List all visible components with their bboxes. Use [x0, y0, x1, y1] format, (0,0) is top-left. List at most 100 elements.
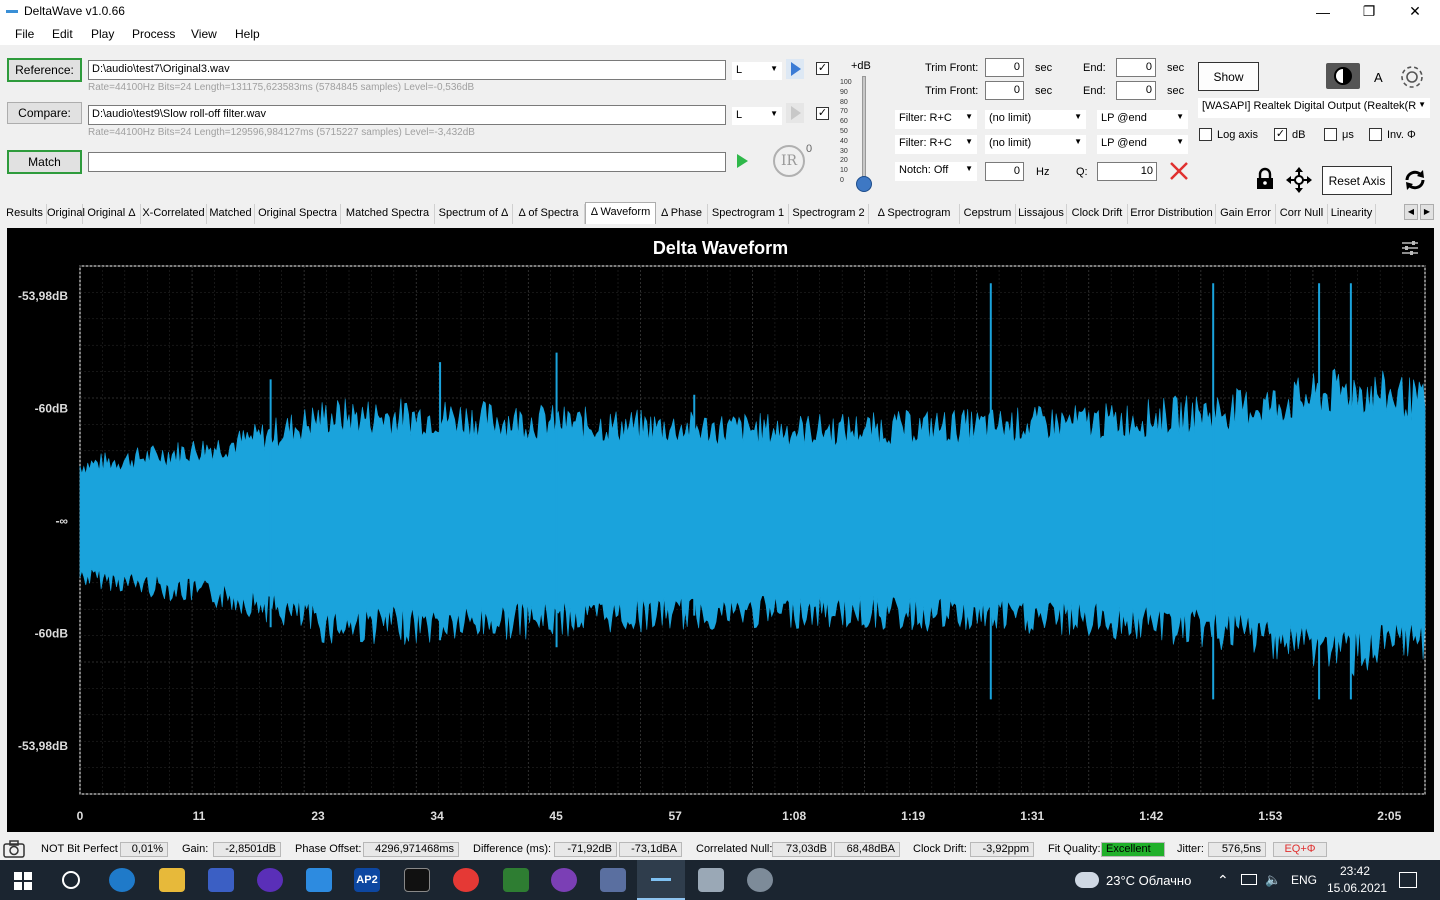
tab-scroll-right[interactable]: ▶: [1420, 204, 1434, 220]
lp1-select[interactable]: LP @end ▼: [1097, 110, 1188, 129]
menu-play[interactable]: Play: [91, 27, 114, 41]
tools-icon[interactable]: [747, 868, 773, 892]
screenshot-button[interactable]: [3, 840, 25, 858]
run-match-button[interactable]: [733, 151, 751, 171]
reference-enable-checkbox[interactable]: ✓: [816, 62, 829, 75]
save-disk-icon[interactable]: [208, 868, 234, 892]
dark-mode-toggle[interactable]: [1326, 63, 1360, 89]
reset-axis-button[interactable]: Reset Axis: [1322, 166, 1392, 195]
tab-original-spectra[interactable]: Original Spectra: [255, 204, 341, 224]
viber-icon[interactable]: [551, 868, 577, 892]
us-checkbox[interactable]: [1324, 128, 1337, 141]
tab-matched[interactable]: Matched: [207, 204, 255, 224]
reference-path-field[interactable]: D:\audio\test7\Original3.wav: [88, 60, 726, 80]
tab-original[interactable]: Original: [47, 204, 85, 224]
language-indicator[interactable]: ENG: [1291, 873, 1317, 887]
limit2-select[interactable]: (no limit) ▼: [985, 135, 1086, 154]
search-icon[interactable]: [62, 871, 80, 889]
menu-edit[interactable]: Edit: [52, 27, 73, 41]
tab-linearity[interactable]: Linearity: [1328, 204, 1376, 224]
network-icon[interactable]: [1241, 874, 1257, 885]
tab-gain-error[interactable]: Gain Error: [1216, 204, 1276, 224]
tab-matched-spectra[interactable]: Matched Spectra: [341, 204, 435, 224]
invert-phase-checkbox[interactable]: [1369, 128, 1382, 141]
output-device-select[interactable]: [WASAPI] Realtek Digital Output (Realtek…: [1198, 98, 1430, 118]
db-slider-thumb[interactable]: [856, 176, 872, 192]
clock-time[interactable]: 23:42: [1340, 864, 1370, 878]
tab-corr-null[interactable]: Corr Null: [1276, 204, 1328, 224]
app-icon[interactable]: [698, 868, 724, 892]
tab-spectrogram[interactable]: Δ Spectrogram: [869, 204, 960, 224]
compare-channel-select[interactable]: L ▼: [732, 107, 782, 125]
volume-icon[interactable]: 🔈: [1265, 872, 1281, 888]
mail-icon[interactable]: [306, 868, 332, 892]
tab-x-correlated[interactable]: X-Correlated: [141, 204, 207, 224]
menu-process[interactable]: Process: [132, 27, 175, 41]
tab-error-distribution[interactable]: Error Distribution: [1128, 204, 1216, 224]
explorer-icon[interactable]: [159, 868, 185, 892]
clock-date[interactable]: 15.06.2021: [1327, 881, 1387, 895]
tab-waveform[interactable]: Δ Waveform: [585, 202, 656, 224]
ap2-icon[interactable]: AP2: [354, 868, 380, 892]
lp2-select[interactable]: LP @end ▼: [1097, 135, 1188, 154]
q-input[interactable]: 10: [1097, 162, 1157, 181]
tab-lissajous[interactable]: Lissajous: [1016, 204, 1067, 224]
filter2-select[interactable]: Filter: R+C ▼: [895, 135, 977, 154]
play-reference-button[interactable]: [786, 59, 804, 79]
start-button[interactable]: [14, 872, 32, 890]
match-button[interactable]: Match: [7, 150, 82, 174]
compare-button[interactable]: Compare:: [7, 102, 82, 124]
limit1-select[interactable]: (no limit) ▼: [985, 110, 1086, 129]
close-button[interactable]: ✕: [1392, 0, 1438, 23]
compare-trim-front-input[interactable]: 0: [985, 81, 1024, 100]
menu-file[interactable]: File: [15, 27, 34, 41]
tab-spectrogram-1[interactable]: Spectrogram 1: [708, 204, 789, 224]
reference-channel-select[interactable]: L ▼: [732, 62, 782, 80]
media-player-icon[interactable]: [257, 868, 283, 892]
edge-icon[interactable]: [109, 868, 135, 892]
network-tool-icon[interactable]: [600, 868, 626, 892]
weather-text[interactable]: 23°C Облачно: [1106, 873, 1191, 888]
menu-help[interactable]: Help: [235, 27, 260, 41]
reference-button[interactable]: Reference:: [7, 58, 82, 82]
db-checkbox[interactable]: ✓: [1274, 128, 1287, 141]
a-weighting-label[interactable]: A: [1374, 70, 1383, 85]
chrome-icon[interactable]: [453, 868, 479, 892]
pan-axis-button[interactable]: [1286, 167, 1312, 193]
chevron-up-icon[interactable]: ⌃: [1217, 872, 1229, 889]
clear-filters-button[interactable]: [1168, 160, 1190, 182]
reference-trim-end-input[interactable]: 0: [1116, 58, 1156, 77]
tab-original[interactable]: Original Δ: [83, 204, 141, 224]
tab-results[interactable]: Results: [3, 204, 47, 224]
refresh-button[interactable]: [1402, 167, 1428, 193]
compare-enable-checkbox[interactable]: ✓: [816, 107, 829, 120]
lock-axis-button[interactable]: [1254, 167, 1276, 191]
compare-path-field[interactable]: D:\audio\test9\Slow roll-off filter.wav: [88, 105, 726, 125]
tab-clock-drift[interactable]: Clock Drift: [1067, 204, 1128, 224]
db-slider-track[interactable]: [862, 76, 866, 186]
play-compare-button[interactable]: [786, 103, 804, 123]
tab-phase[interactable]: Δ Phase: [656, 204, 708, 224]
tab-scroll-left[interactable]: ◀: [1404, 204, 1418, 220]
notch-frequency-input[interactable]: 0: [985, 162, 1024, 181]
compare-trim-end-input[interactable]: 0: [1116, 81, 1156, 100]
terminal-icon[interactable]: [404, 868, 430, 892]
settings-button[interactable]: [1398, 63, 1426, 91]
delta-waveform-chart[interactable]: Delta Waveform -53,98dB -60dB -∞ -60dB -53,9…: [7, 228, 1434, 832]
log-axis-checkbox[interactable]: [1199, 128, 1212, 141]
tab-of-spectra[interactable]: Δ of Spectra: [513, 204, 585, 224]
notification-icon[interactable]: [1399, 872, 1417, 888]
notch-select[interactable]: Notch: Off ▼: [895, 162, 977, 181]
tab-cepstrum[interactable]: Cepstrum: [960, 204, 1016, 224]
reference-trim-front-input[interactable]: 0: [985, 58, 1024, 77]
menu-view[interactable]: View: [191, 27, 217, 41]
show-button[interactable]: Show: [1198, 62, 1259, 91]
maximize-button[interactable]: ❐: [1346, 0, 1392, 23]
tab-spectrogram-2[interactable]: Spectrogram 2: [789, 204, 869, 224]
tab-spectrum-of[interactable]: Spectrum of Δ: [435, 204, 513, 224]
impulse-response-button[interactable]: IR: [773, 145, 805, 177]
eq-phase-indicator[interactable]: EQ+Φ: [1273, 842, 1327, 857]
minimize-button[interactable]: —: [1300, 0, 1346, 23]
deltawave-taskbar-button[interactable]: [637, 860, 685, 900]
filter1-select[interactable]: Filter: R+C ▼: [895, 110, 977, 129]
